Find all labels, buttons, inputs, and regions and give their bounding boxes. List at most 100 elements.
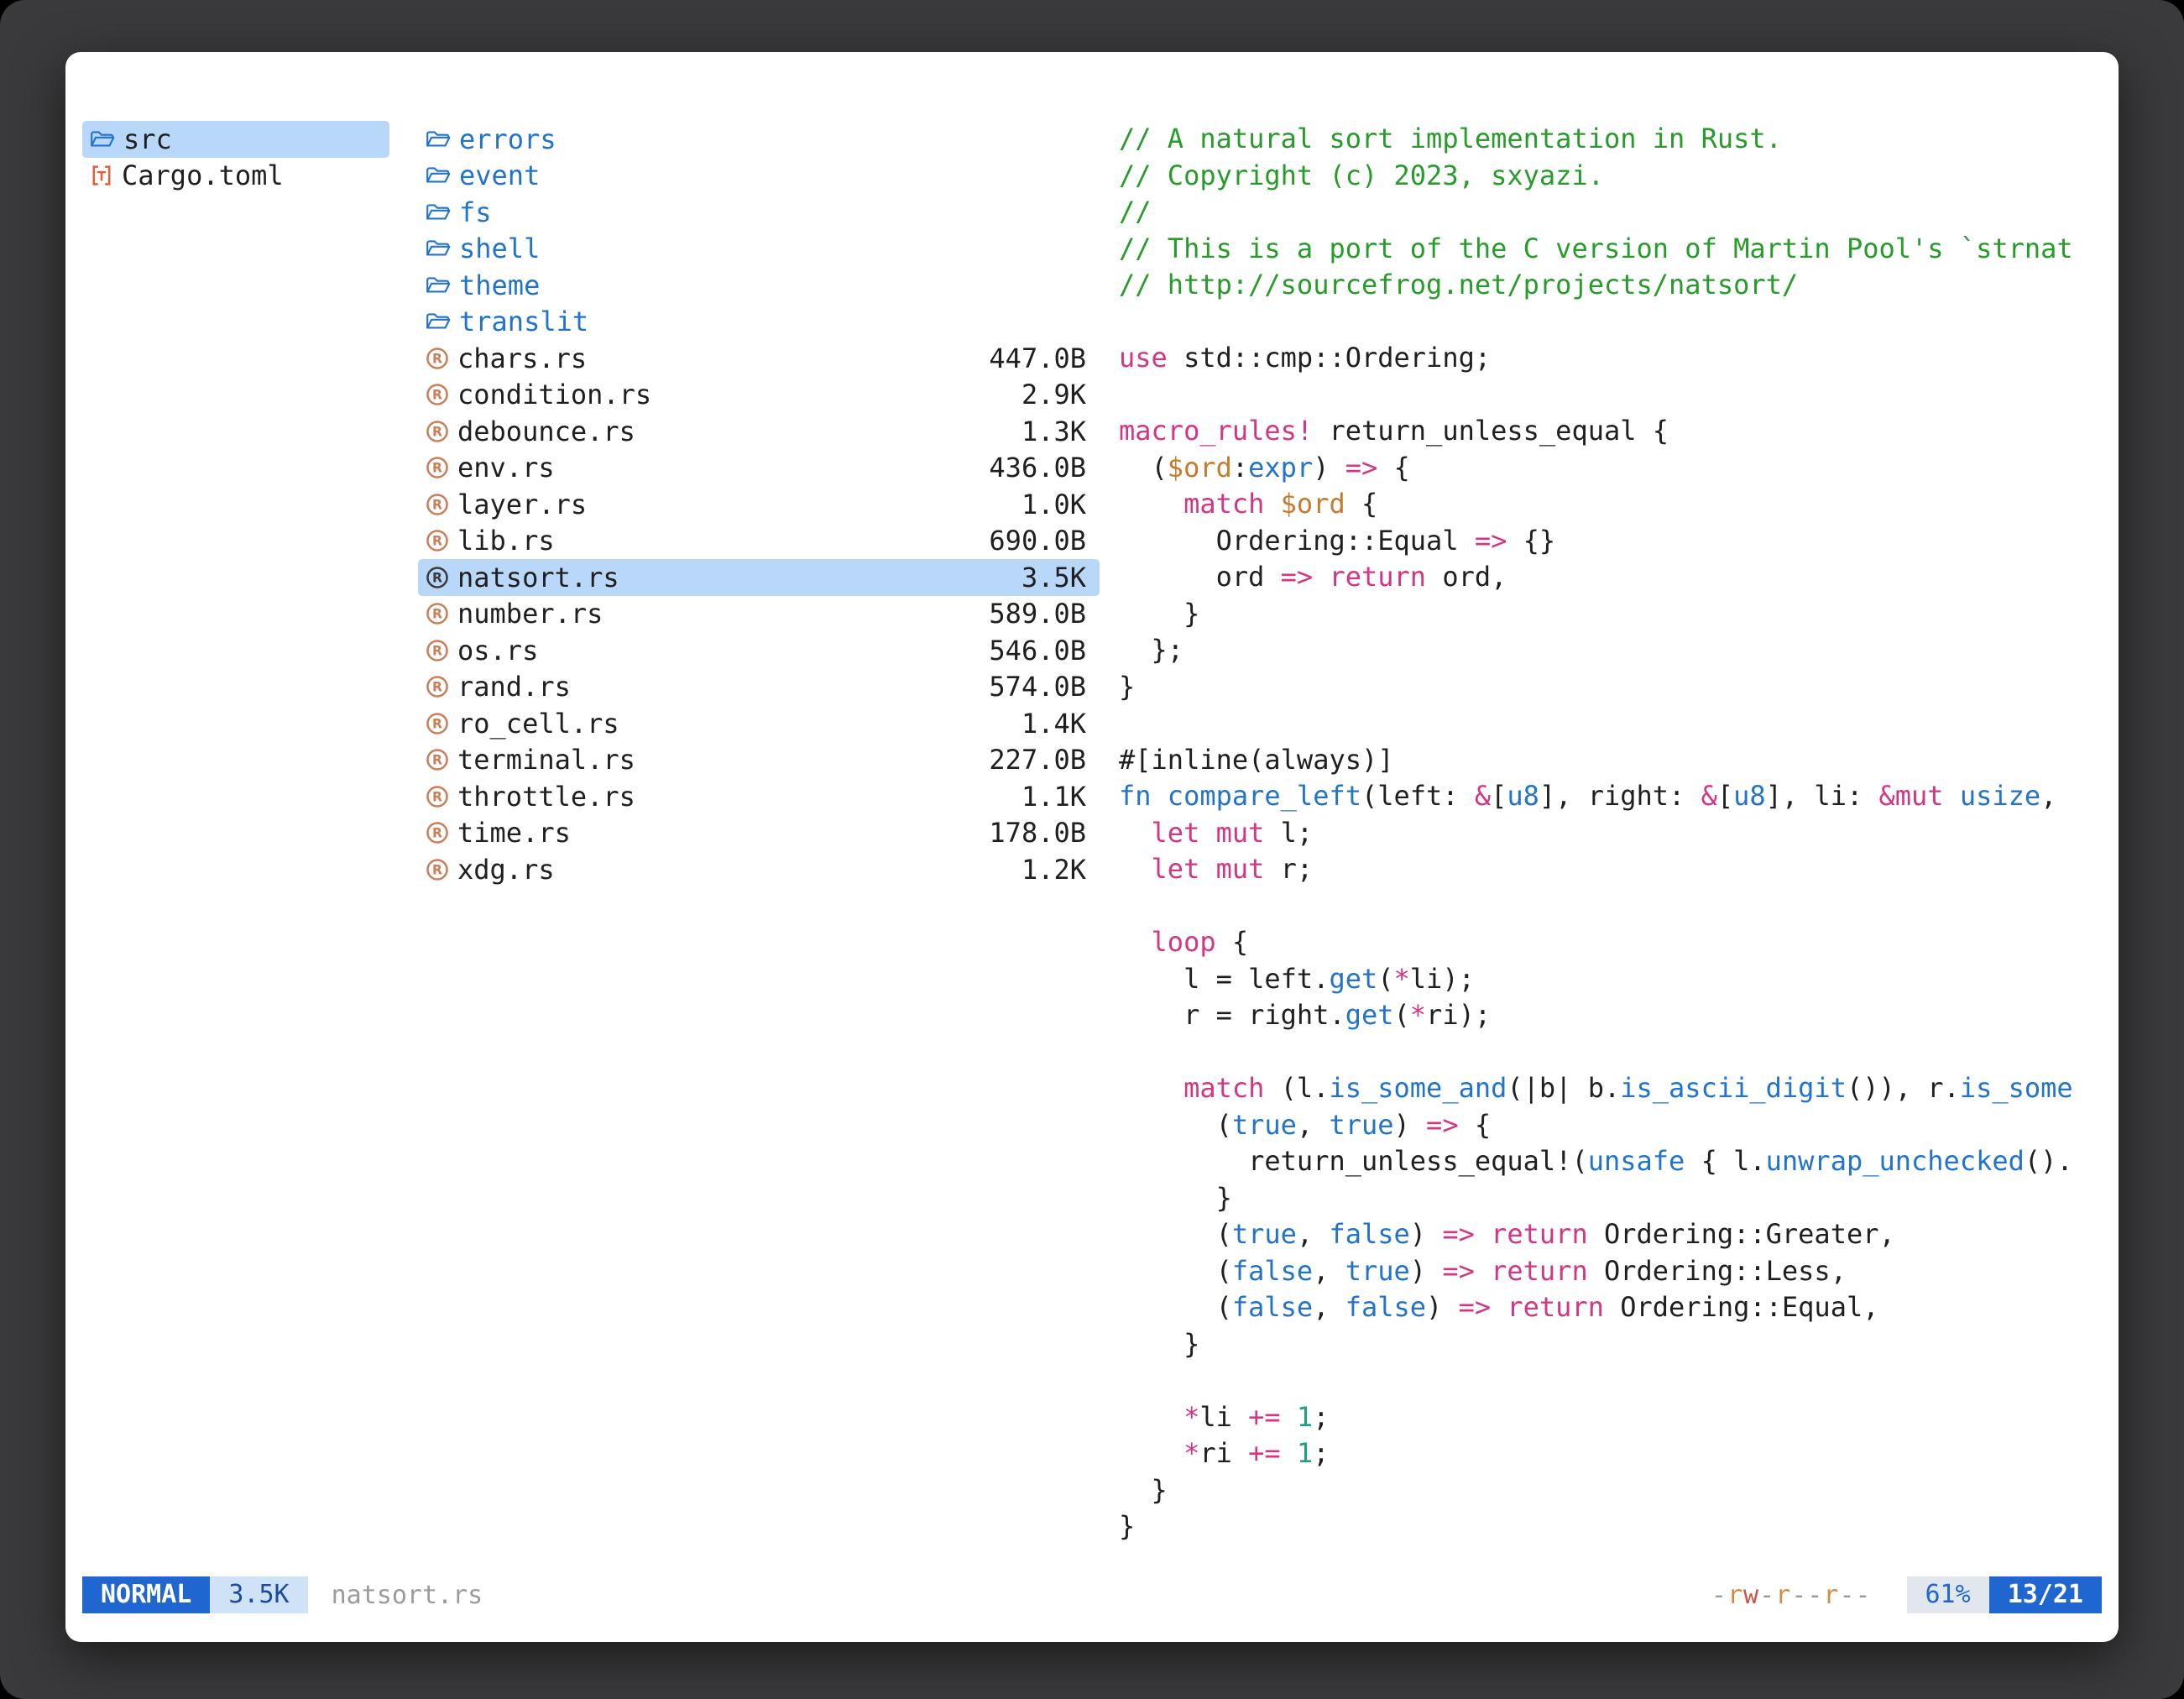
file-row[interactable]: Rthrottle.rs1.1K (418, 778, 1100, 815)
rust-file-icon: R (425, 455, 450, 480)
folder-icon (425, 309, 452, 334)
code-line: (false, false) => return Ordering::Equal… (1119, 1289, 2105, 1326)
code-line: use std::cmp::Ordering; (1119, 340, 2105, 377)
file-size: 436.0B (989, 452, 1086, 484)
rust-file-icon: R (425, 601, 450, 626)
file-name: chars.rs (457, 342, 587, 374)
code-line: r = right.get(*ri); (1119, 997, 2105, 1034)
rust-file-icon: R (425, 820, 450, 845)
file-row[interactable]: Rnumber.rs 589.0B (418, 596, 1100, 633)
code-line (1119, 304, 2105, 341)
file-row[interactable]: Ros.rs546.0B (418, 632, 1100, 669)
rust-file-icon: R (425, 784, 450, 809)
file-size: 3.5K (1021, 562, 1086, 593)
code-line: *ri += 1; (1119, 1435, 2105, 1472)
code-line (1119, 888, 2105, 925)
rust-file-icon: R (425, 747, 450, 772)
svg-text:R: R (432, 424, 442, 439)
file-row[interactable]: Rxdg.rs1.2K (418, 851, 1100, 888)
file-name: Cargo.toml (122, 159, 284, 191)
file-name: layer.rs (457, 489, 587, 520)
code-line: } (1119, 596, 2105, 633)
file-size: 1.1K (1021, 781, 1086, 813)
code-line: (false, true) => return Ordering::Less, (1119, 1253, 2105, 1290)
file-row[interactable]: fs (418, 194, 1100, 231)
svg-text:R: R (432, 570, 442, 585)
file-row[interactable]: Rchars.rs447.0B (418, 340, 1100, 377)
code-line (1119, 377, 2105, 414)
file-row[interactable]: Rlayer.rs 1.0K (418, 486, 1100, 523)
svg-text:R: R (432, 607, 442, 622)
file-row[interactable]: Rro_cell.rs1.4K (418, 705, 1100, 742)
file-name: number.rs (457, 598, 603, 630)
file-size: 589.0B (989, 598, 1086, 630)
file-row[interactable]: src (82, 121, 389, 158)
file-size: 1.2K (1021, 854, 1086, 886)
rust-file-icon: R (425, 857, 450, 882)
code-line: // A natural sort implementation in Rust… (1119, 121, 2105, 158)
svg-text:R: R (432, 388, 442, 403)
file-row[interactable]: Rdebounce.rs1.3K (418, 413, 1100, 450)
rust-file-icon: R (425, 492, 450, 517)
file-row[interactable]: Rrand.rs 574.0B (418, 669, 1100, 706)
file-name: time.rs (457, 817, 571, 849)
code-line (1119, 1362, 2105, 1399)
file-size: 447.0B (989, 342, 1086, 374)
file-row[interactable]: theme (418, 267, 1100, 304)
code-line: // http://sourcefrog.net/projects/natsor… (1119, 267, 2105, 304)
code-line (1119, 1034, 2105, 1071)
rust-file-icon: R (425, 419, 450, 444)
file-size: 178.0B (989, 817, 1086, 849)
code-line: (true, false) => return Ordering::Greate… (1119, 1216, 2105, 1253)
svg-text:R: R (432, 753, 442, 768)
desktop-background: src Cargo.toml errorseventfs shellthemetra… (0, 0, 2184, 1699)
code-line: Ordering::Equal => {} (1119, 523, 2105, 560)
rust-file-icon: R (425, 565, 450, 590)
file-size: 1.0K (1021, 489, 1086, 520)
file-row[interactable]: errors (418, 121, 1100, 158)
file-row[interactable]: Renv.rs436.0B (418, 450, 1100, 487)
code-line: loop { (1119, 924, 2105, 961)
file-row[interactable]: Rtime.rs 178.0B (418, 815, 1100, 852)
toml-file-icon (89, 163, 114, 188)
file-size: 2.9K (1021, 379, 1086, 410)
file-name: shell (459, 233, 540, 264)
code-line: ord => return ord, (1119, 559, 2105, 596)
file-row[interactable]: shell (418, 231, 1100, 268)
file-size: 546.0B (989, 635, 1086, 667)
code-line: // Copyright (c) 2023, sxyazi. (1119, 158, 2105, 195)
file-name: src (123, 123, 172, 155)
file-name: errors (459, 123, 556, 155)
file-row[interactable]: Rcondition.rs2.9K (418, 377, 1100, 414)
code-line: let mut l; (1119, 815, 2105, 852)
svg-text:R: R (432, 826, 442, 841)
rust-file-icon: R (425, 674, 450, 699)
preview-pane: // A natural sort implementation in Rust… (1119, 121, 2105, 1545)
file-row[interactable]: Rlib.rs690.0B (418, 523, 1100, 560)
rust-file-icon: R (425, 638, 450, 663)
file-name: rand.rs (457, 671, 571, 703)
code-line: macro_rules! return_unless_equal { (1119, 413, 2105, 450)
svg-text:R: R (432, 497, 442, 512)
folder-icon (425, 163, 452, 188)
file-row[interactable]: translit (418, 304, 1100, 341)
code-line: *li += 1; (1119, 1399, 2105, 1436)
code-line: ($ord:expr) => { (1119, 450, 2105, 487)
current-pane: errorseventfs shellthemetranslit Rchars.rs… (418, 121, 1100, 888)
rust-file-icon: R (425, 711, 450, 736)
file-row[interactable]: event (418, 158, 1100, 195)
file-row[interactable]: Cargo.toml (82, 158, 389, 195)
file-size-badge: 3.5K (210, 1576, 307, 1613)
status-bar: NORMAL 3.5K natsort.rs -rw-r--r-- 61% 13… (82, 1576, 2102, 1613)
file-name: ro_cell.rs (457, 708, 619, 740)
file-name: fs (459, 196, 492, 228)
file-size: 574.0B (989, 671, 1086, 703)
code-line: let mut r; (1119, 851, 2105, 888)
svg-text:R: R (432, 534, 442, 549)
file-size: 690.0B (989, 525, 1086, 557)
code-line: match $ord { (1119, 486, 2105, 523)
file-name: terminal.rs (457, 744, 635, 776)
file-row[interactable]: Rnatsort.rs3.5K (418, 559, 1100, 596)
code-line: } (1119, 1508, 2105, 1545)
file-row[interactable]: Rterminal.rs227.0B (418, 742, 1100, 779)
